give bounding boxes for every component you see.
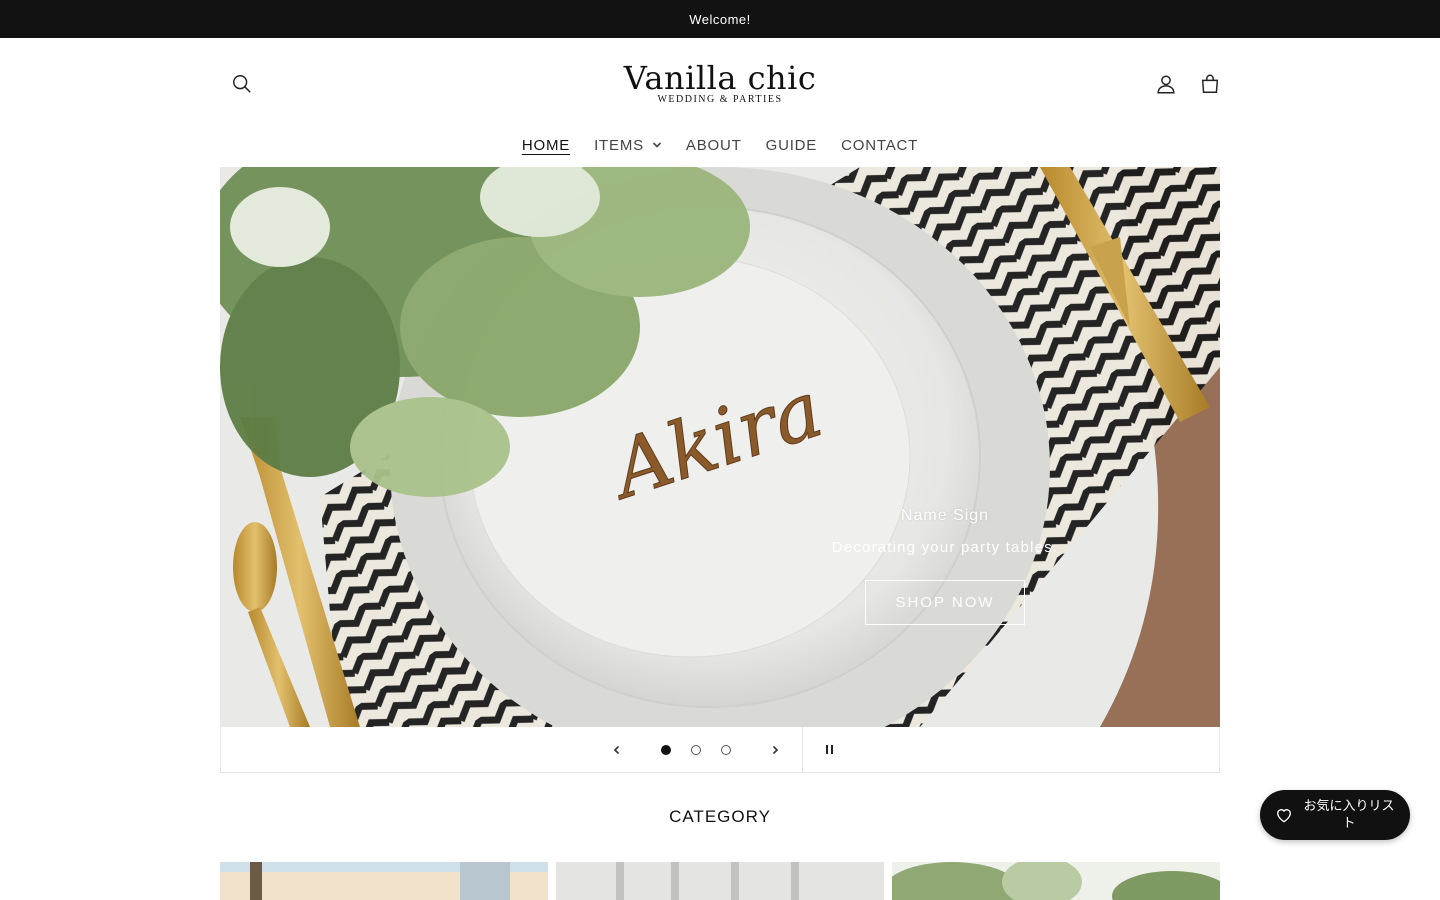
- shop-now-button[interactable]: SHOP NOW: [865, 580, 1025, 625]
- category-heading: CATEGORY: [669, 807, 771, 826]
- next-slide-button[interactable]: [755, 727, 795, 772]
- hero-image: Akira: [220, 167, 1220, 727]
- user-icon: [1157, 75, 1175, 94]
- category-tile-3[interactable]: [892, 862, 1220, 900]
- pause-icon: [824, 741, 834, 759]
- site-logo[interactable]: Vanilla chic WEDDING & PARTIES: [600, 60, 840, 105]
- main-nav: HOME ITEMS ABOUT GUIDE CONTACT: [0, 130, 1440, 160]
- favorites-label: お気に入りリスト: [1303, 799, 1395, 831]
- chevron-right-icon: [772, 745, 779, 754]
- hero-title: Name Sign: [900, 507, 990, 524]
- nav-home[interactable]: HOME: [510, 130, 582, 160]
- previous-slide-button[interactable]: [597, 727, 637, 772]
- nav-about[interactable]: ABOUT: [674, 130, 754, 160]
- nav-contact[interactable]: CONTACT: [829, 130, 930, 160]
- announcement-text: Welcome!: [689, 11, 751, 27]
- category-tile-2[interactable]: [556, 862, 884, 900]
- category-image-3: [892, 862, 1220, 900]
- heart-icon: [1277, 809, 1291, 823]
- search-button[interactable]: [222, 64, 262, 104]
- nav-guide[interactable]: GUIDE: [754, 130, 830, 160]
- nav-items-label: ITEMS: [594, 136, 644, 154]
- chevron-left-icon: [613, 745, 620, 754]
- cart-button[interactable]: [1190, 64, 1230, 104]
- slide-dot-2[interactable]: [691, 745, 701, 755]
- nav-items[interactable]: ITEMS: [582, 130, 674, 160]
- hero-subtitle: Decorating your party tables.: [831, 539, 1059, 556]
- pause-slideshow-button[interactable]: [809, 727, 849, 772]
- site-header: Vanilla chic WEDDING & PARTIES: [220, 38, 1220, 130]
- account-button[interactable]: [1146, 64, 1186, 104]
- chevron-down-icon: [652, 142, 661, 148]
- slide-dot-3[interactable]: [721, 745, 731, 755]
- search-icon: [233, 75, 251, 93]
- bag-icon: [1201, 74, 1219, 93]
- controls-divider: [802, 727, 803, 772]
- nav-about-label: ABOUT: [685, 136, 742, 154]
- hero-slideshow: Akira Name Sign Decorating your party ta…: [220, 167, 1220, 727]
- announcement-bar: Welcome!: [0, 0, 1440, 38]
- category-tile-1[interactable]: [220, 862, 548, 900]
- category-image-1: [220, 862, 548, 900]
- slideshow-controls: [220, 727, 1220, 773]
- hero-caption: Name Sign Decorating your party tables. …: [795, 507, 1095, 625]
- nav-contact-label: CONTACT: [841, 136, 919, 154]
- category-image-2: [556, 862, 884, 900]
- slide-dot-1[interactable]: [661, 745, 671, 755]
- nav-home-label: HOME: [521, 136, 571, 154]
- nav-guide-label: GUIDE: [765, 136, 818, 154]
- logo-text: Vanilla chic: [623, 59, 817, 97]
- favorites-list-button[interactable]: お気に入りリスト: [1260, 790, 1410, 840]
